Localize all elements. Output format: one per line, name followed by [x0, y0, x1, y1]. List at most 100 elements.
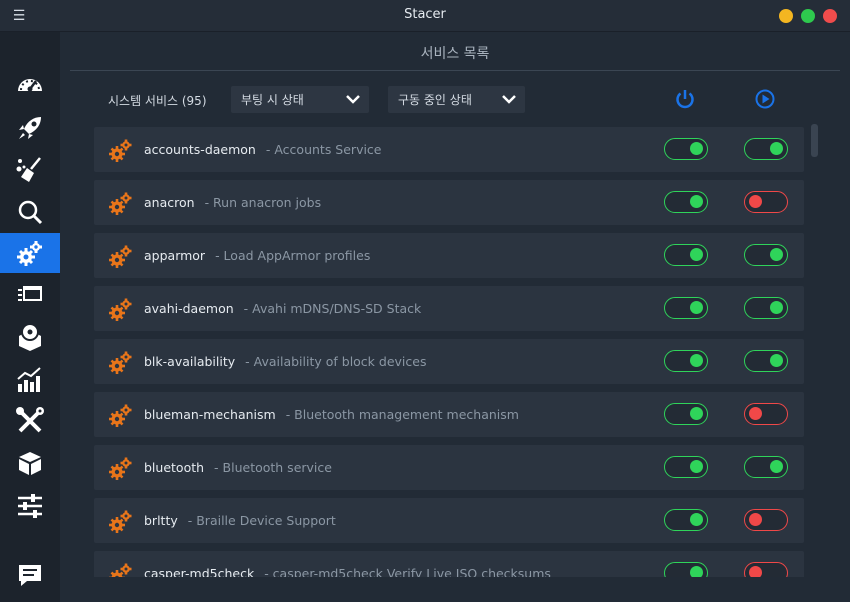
toggle-knob — [770, 142, 783, 155]
power-icon — [676, 90, 694, 109]
service-row[interactable]: anacron - Run anacron jobs — [94, 180, 804, 225]
service-name: avahi-daemon - Avahi mDNS/DNS-SD Stack — [144, 301, 421, 316]
toggle-knob — [770, 248, 783, 261]
toggle-knob — [690, 566, 703, 577]
service-description: - Avahi mDNS/DNS-SD Stack — [243, 301, 422, 316]
gears-icon — [109, 245, 132, 268]
service-name-text: anacron — [144, 195, 195, 210]
package-disc-icon — [19, 323, 41, 351]
service-name-text: blueman-mechanism — [144, 407, 276, 422]
service-description: - Load AppArmor profiles — [215, 248, 371, 263]
sidebar-item-settings[interactable] — [0, 486, 60, 526]
toggle-knob — [770, 301, 783, 314]
running-toggle[interactable] — [744, 509, 788, 531]
tools-icon — [16, 407, 44, 433]
service-description: - Run anacron jobs — [204, 195, 322, 210]
toggle-knob — [770, 460, 783, 473]
sidebar-item-processes[interactable] — [0, 275, 60, 315]
toggle-knob — [690, 460, 703, 473]
service-row[interactable]: accounts-daemon - Accounts Service — [94, 127, 804, 172]
service-name: bluetooth - Bluetooth service — [144, 460, 332, 475]
service-name-text: apparmor — [144, 248, 206, 263]
gears-icon — [109, 351, 132, 374]
sidebar-item-services[interactable] — [0, 233, 60, 273]
toggle-knob — [690, 248, 703, 261]
maximize-button[interactable] — [801, 9, 815, 23]
service-row[interactable]: avahi-daemon - Avahi mDNS/DNS-SD Stack — [94, 286, 804, 331]
gears-icon — [109, 457, 132, 480]
running-toggle[interactable] — [744, 244, 788, 266]
service-row[interactable]: bluetooth - Bluetooth service — [94, 445, 804, 490]
running-toggle[interactable] — [744, 403, 788, 425]
system-services-count: 시스템 서비스 (95) — [108, 94, 207, 108]
page-title: 서비스 목록 — [420, 46, 490, 62]
boot-toggle[interactable] — [664, 509, 708, 531]
running-status-dropdown[interactable]: 구동 중인 상태 — [388, 86, 525, 113]
running-status-label: 구동 중인 상태 — [398, 93, 472, 107]
broom-icon — [16, 157, 41, 182]
service-description: - Availability of block devices — [245, 354, 427, 369]
window-stack-icon — [18, 286, 42, 301]
toggle-knob — [690, 513, 703, 526]
toggle-knob — [770, 354, 783, 367]
sidebar-item-startup-apps[interactable] — [0, 108, 60, 148]
boot-toggle[interactable] — [664, 350, 708, 372]
boot-toggle[interactable] — [664, 244, 708, 266]
service-name: blk-availability - Availability of block … — [144, 354, 426, 369]
boot-status-label: 부팅 시 상태 — [241, 93, 304, 107]
sidebar-item-feedback[interactable] — [0, 555, 60, 595]
toggle-knob — [749, 195, 762, 208]
sidebar-item-helpers[interactable] — [0, 401, 60, 441]
service-row[interactable]: blueman-mechanism - Bluetooth management … — [94, 392, 804, 437]
sliders-icon — [18, 494, 42, 518]
boot-toggle[interactable] — [664, 562, 708, 577]
window-title: Stacer — [404, 7, 446, 22]
sidebar-item-system-cleaner[interactable] — [0, 150, 60, 190]
service-name-text: brltty — [144, 513, 178, 528]
service-list: accounts-daemon - Accounts Service anacron… — [94, 127, 806, 577]
play-icon — [755, 89, 775, 109]
service-name-text: casper-md5check — [144, 566, 255, 577]
title-bar: ☰ Stacer — [0, 0, 850, 32]
toggle-knob — [690, 407, 703, 420]
service-row[interactable]: blk-availability - Availability of block … — [94, 339, 804, 384]
service-description: - Bluetooth management mechanism — [285, 407, 519, 422]
boot-toggle[interactable] — [664, 138, 708, 160]
minimize-button[interactable] — [779, 9, 793, 23]
running-toggle[interactable] — [744, 350, 788, 372]
chat-icon — [19, 565, 41, 586]
running-toggle[interactable] — [744, 456, 788, 478]
boot-toggle[interactable] — [664, 456, 708, 478]
boot-status-dropdown[interactable]: 부팅 시 상태 — [231, 86, 369, 113]
close-button[interactable] — [823, 9, 837, 23]
service-name: casper-md5check - casper-md5check Verify … — [144, 566, 551, 577]
service-name-text: blk-availability — [144, 354, 236, 369]
service-name: accounts-daemon - Accounts Service — [144, 142, 382, 157]
toggle-knob — [690, 195, 703, 208]
running-toggle[interactable] — [744, 297, 788, 319]
sidebar-item-uninstaller[interactable] — [0, 317, 60, 357]
toggle-knob — [749, 513, 762, 526]
service-row[interactable]: casper-md5check - casper-md5check Verify … — [94, 551, 804, 577]
gears-icon — [109, 563, 132, 577]
running-toggle[interactable] — [744, 138, 788, 160]
sidebar-item-dashboard[interactable] — [0, 65, 60, 105]
boot-toggle[interactable] — [664, 403, 708, 425]
running-toggle[interactable] — [744, 562, 788, 577]
boot-toggle[interactable] — [664, 297, 708, 319]
rocket-icon — [19, 117, 41, 139]
running-toggle[interactable] — [744, 191, 788, 213]
scrollbar[interactable] — [811, 124, 818, 157]
sidebar-item-resources[interactable] — [0, 359, 60, 399]
toggle-knob — [690, 354, 703, 367]
sidebar-item-search[interactable] — [0, 192, 60, 232]
boot-toggle[interactable] — [664, 191, 708, 213]
gears-icon — [109, 192, 132, 215]
sidebar-item-apt-repository[interactable] — [0, 443, 60, 483]
service-name-text: bluetooth — [144, 460, 205, 475]
service-name: anacron - Run anacron jobs — [144, 195, 321, 210]
service-row[interactable]: apparmor - Load AppArmor profiles — [94, 233, 804, 278]
toggle-knob — [749, 407, 762, 420]
service-row[interactable]: brltty - Braille Device Support — [94, 498, 804, 543]
toggle-knob — [749, 566, 762, 577]
